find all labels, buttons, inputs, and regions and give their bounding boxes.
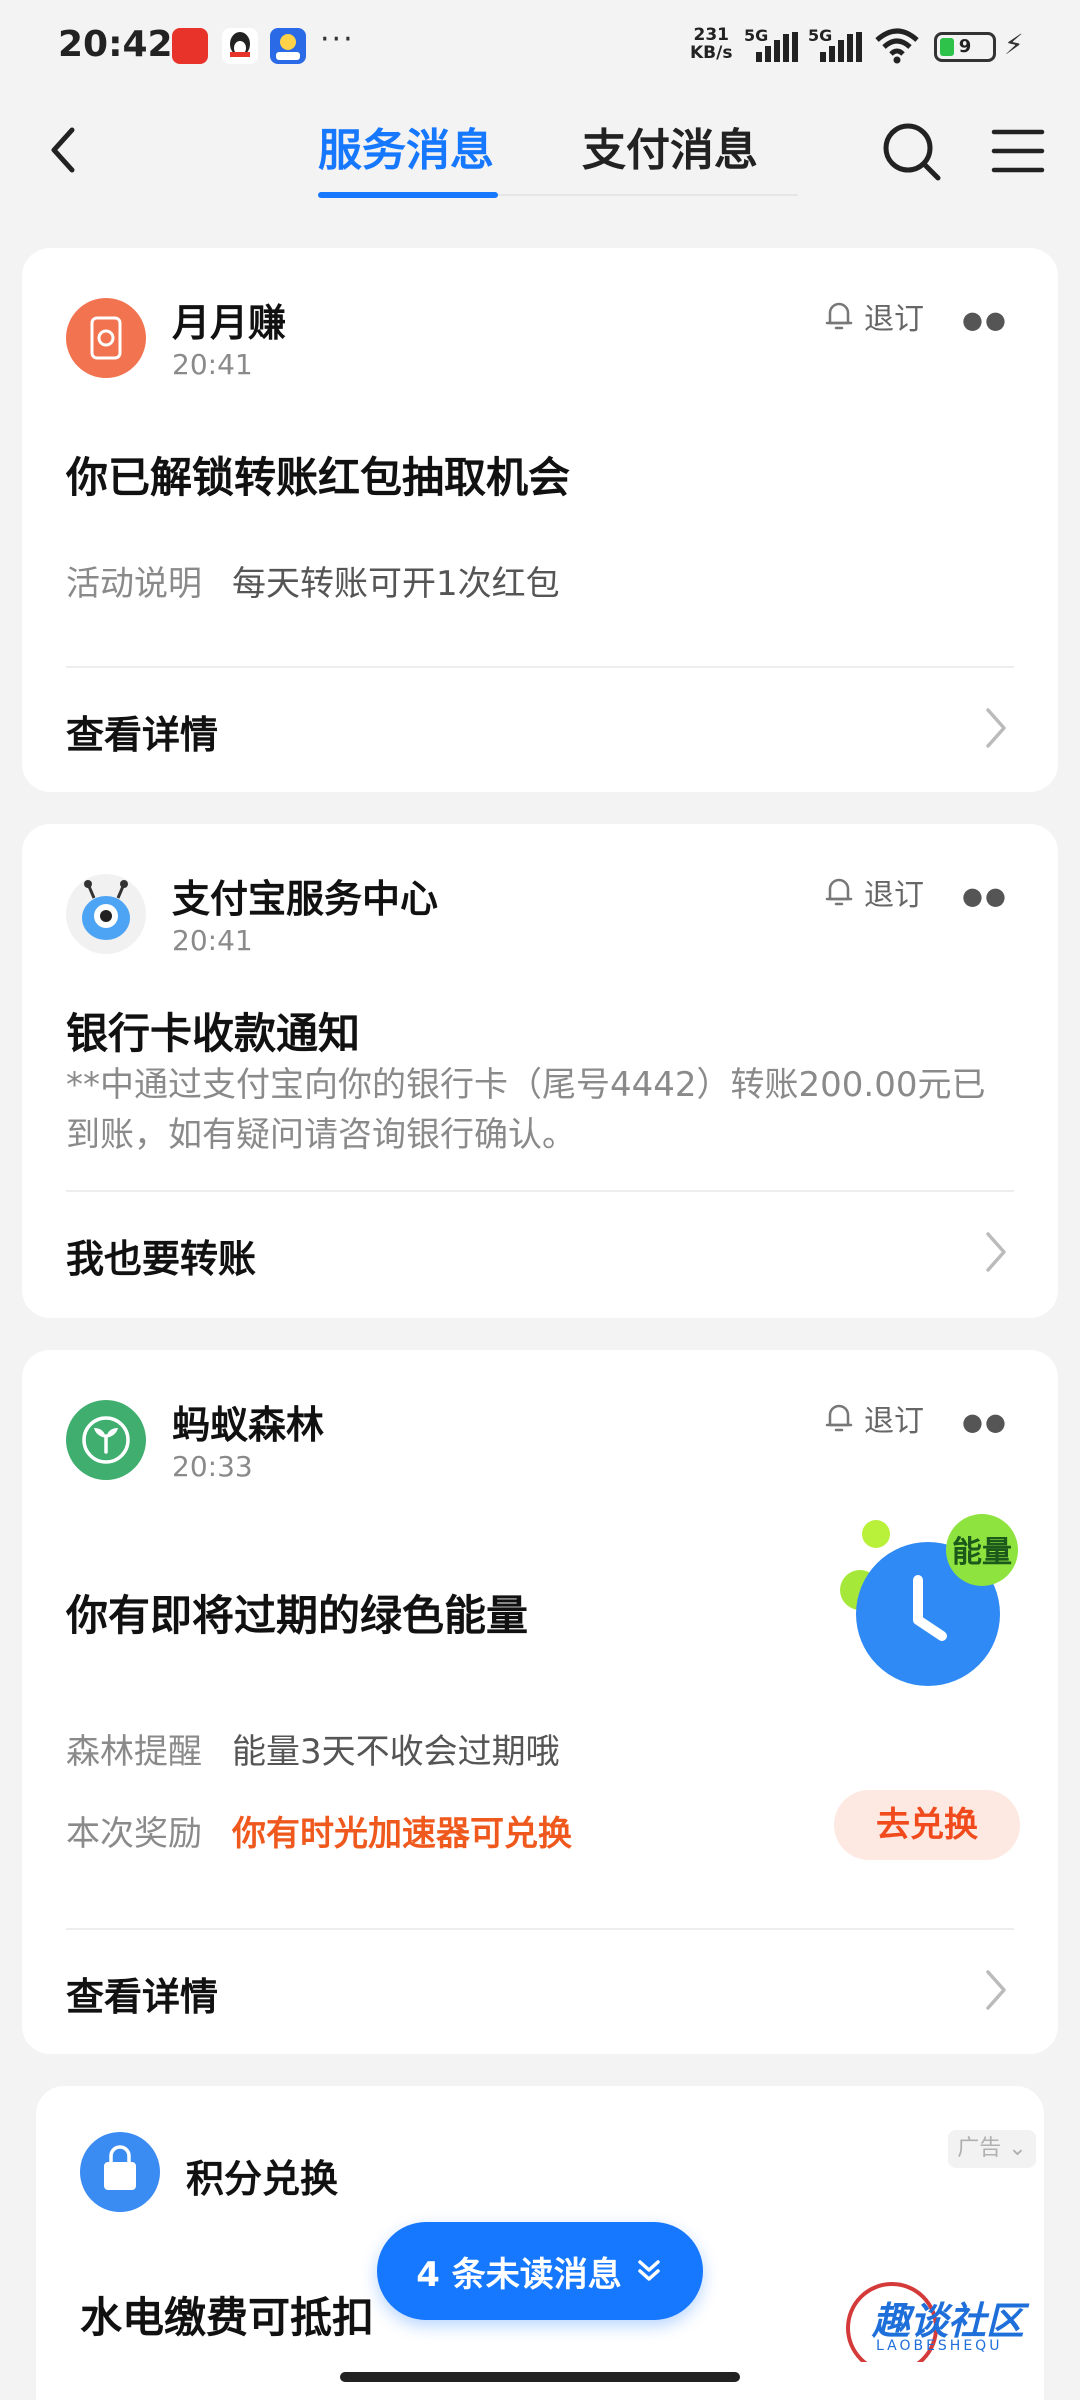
signal-icon bbox=[820, 32, 862, 62]
unsubscribe-button[interactable]: 退订 bbox=[824, 1398, 924, 1439]
battery-icon: 9 bbox=[934, 32, 996, 62]
ant-mascot-icon bbox=[82, 880, 130, 940]
transfer-link[interactable]: 我也要转账 bbox=[66, 1228, 256, 1283]
more-options-icon[interactable]: ●● bbox=[962, 1408, 1008, 1436]
bell-icon bbox=[825, 302, 853, 330]
message-time: 20:41 bbox=[172, 924, 253, 957]
sender-avatar bbox=[66, 1400, 146, 1480]
charging-icon: ⚡ bbox=[1004, 28, 1024, 61]
redeem-button[interactable]: 去兑换 bbox=[834, 1790, 1020, 1860]
watermark-logo: 趣谈社区 LAOBESHEQU bbox=[830, 2282, 1070, 2362]
more-options-icon[interactable]: ●● bbox=[962, 882, 1008, 910]
divider bbox=[66, 1928, 1014, 1930]
sprout-icon bbox=[82, 1416, 130, 1464]
detail-row: 森林提醒 能量3天不收会过期哦 bbox=[66, 1732, 560, 1772]
sender-avatar bbox=[66, 298, 146, 378]
notification-app-icon bbox=[172, 28, 208, 64]
active-tab-indicator bbox=[318, 192, 498, 198]
top-nav: 服务消息 支付消息 bbox=[0, 96, 1080, 206]
message-time: 20:33 bbox=[172, 1450, 253, 1483]
ad-label[interactable]: 广告 ⌄ bbox=[948, 2130, 1036, 2168]
unsubscribe-button[interactable]: 退订 bbox=[824, 296, 924, 337]
search-icon[interactable] bbox=[880, 120, 944, 184]
sender-name[interactable]: 支付宝服务中心 bbox=[172, 868, 438, 923]
qq-icon bbox=[222, 28, 258, 64]
view-details-link[interactable]: 查看详情 bbox=[66, 704, 218, 759]
bell-icon bbox=[825, 878, 853, 906]
energy-clock-illustration: 能量 bbox=[840, 1514, 1018, 1686]
wifi-icon bbox=[875, 28, 919, 64]
unread-messages-button[interactable]: 4 条未读消息 bbox=[377, 2222, 703, 2320]
signal-icon bbox=[756, 32, 798, 62]
back-icon[interactable] bbox=[40, 120, 92, 180]
sender-name[interactable]: 蚂蚁森林 bbox=[172, 1394, 324, 1449]
sender-avatar bbox=[66, 874, 146, 954]
bell-icon bbox=[825, 1404, 853, 1432]
divider bbox=[66, 1190, 1014, 1192]
shopping-bag-icon bbox=[104, 2145, 136, 2190]
menu-icon[interactable] bbox=[990, 124, 1046, 178]
detail-row: 活动说明 每天转账可开1次红包 bbox=[66, 564, 560, 604]
home-indicator[interactable] bbox=[340, 2372, 740, 2382]
chevron-right-icon bbox=[986, 708, 1006, 748]
message-time: 20:41 bbox=[172, 348, 253, 381]
message-body: **中通过支付宝向你的银行卡（尾号4442）转账200.00元已到账，如有疑问请… bbox=[66, 1065, 986, 1155]
message-card[interactable]: 蚂蚁森林 20:33 退订 ●● 你有即将过期的绿色能量 能量 森林提醒 能量3天… bbox=[22, 1350, 1058, 2054]
sender-avatar bbox=[80, 2132, 160, 2212]
tab-payment-messages[interactable]: 支付消息 bbox=[582, 114, 758, 178]
tab-service-messages[interactable]: 服务消息 bbox=[318, 114, 494, 178]
message-card[interactable]: 支付宝服务中心 20:41 退订 ●● 银行卡收款通知 **中通过支付宝向你的银… bbox=[22, 824, 1058, 1318]
message-title: 你有即将过期的绿色能量 bbox=[66, 1591, 529, 1640]
detail-row: 本次奖励 你有时光加速器可兑换 bbox=[66, 1814, 572, 1854]
status-time: 20:42 bbox=[58, 24, 173, 65]
chevron-right-icon bbox=[986, 1970, 1006, 2010]
energy-badge: 能量 bbox=[952, 1535, 1012, 1570]
message-title: 你已解锁转账红包抽取机会 bbox=[66, 453, 571, 502]
double-chevron-down-icon bbox=[638, 2260, 660, 2281]
message-card[interactable]: 月月赚 20:41 退订 ●● 你已解锁转账红包抽取机会 活动说明 每天转账可开1… bbox=[22, 248, 1058, 792]
message-title: 银行卡收款通知 bbox=[66, 1009, 361, 1058]
sender-name[interactable]: 月月赚 bbox=[172, 292, 286, 347]
wallet-icon bbox=[90, 316, 122, 360]
net-speed: 231 KB/s bbox=[690, 25, 733, 63]
sender-name[interactable]: 积分兑换 bbox=[186, 2148, 338, 2203]
more-notifications-icon: ··· bbox=[320, 22, 355, 57]
divider bbox=[66, 666, 1014, 668]
status-bar: 20:42 ··· 231 KB/s 5G 5G 9 ⚡ bbox=[0, 0, 1080, 96]
chevron-right-icon bbox=[986, 1232, 1006, 1272]
view-details-link[interactable]: 查看详情 bbox=[66, 1966, 218, 2021]
tab-divider bbox=[498, 194, 798, 196]
app-notification-icon bbox=[270, 28, 306, 64]
more-options-icon[interactable]: ●● bbox=[962, 306, 1008, 334]
message-title: 水电缴费可抵扣 bbox=[80, 2293, 375, 2342]
unsubscribe-button[interactable]: 退订 bbox=[824, 872, 924, 913]
